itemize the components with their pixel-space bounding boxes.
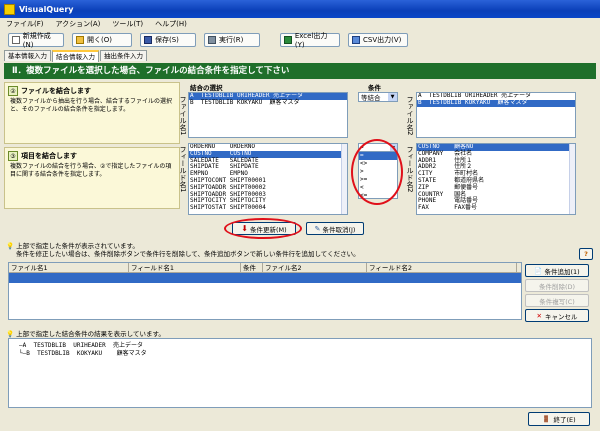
title-bar: VisualQuery [0, 0, 600, 18]
col-file2: ファイル名2 [263, 263, 367, 272]
save-button[interactable]: 保存(S) [140, 33, 196, 47]
eraser-icon: ✎ [314, 224, 321, 233]
info-line-3: 上部で指定した結合条件の結果を表示しています。 [16, 330, 165, 338]
conditions-grid[interactable]: ファイル名1 フィールド名1 条件 ファイル名2 フィールド名2 [8, 262, 522, 320]
result-tree[interactable]: ―A TESTDBLIB URIHEADER 売上データ └―B TESTDBL… [8, 338, 592, 408]
csv-icon [352, 36, 360, 44]
step2-title: 項目を結合します [21, 152, 77, 160]
menu-help[interactable]: ヘルプ(H) [149, 19, 193, 29]
run-button[interactable]: 実行(R) [204, 33, 260, 47]
add-doc-icon: 📄 [534, 266, 543, 275]
join-type-select[interactable]: 等結合 ▼ [358, 92, 398, 102]
step1-panel: ② ファイルを結合します 複数ファイルから抽出を行う場合、結合するファイルの選択… [4, 82, 180, 144]
info-section-2: 💡 上部で指定した結合条件の結果を表示しています。 [6, 328, 165, 338]
toolbar: 新規作成(N) 開く(O) 保存(S) 実行(R) Excel出力(Y) CSV… [0, 31, 600, 50]
tab-basic-info[interactable]: 基本情報入力 [4, 50, 51, 61]
field-list-2[interactable]: CUSTNO 顧客NO COMPANY 会社名 ADDR1 住所１ ADDR2 … [416, 143, 576, 215]
field2-label: フィールド名2 [406, 146, 414, 193]
step2-description: 複数ファイルの結合を行う場合、②で指定したファイルの項目に関する結合条件を指定し… [10, 163, 172, 178]
menu-tools[interactable]: ツール(T) [106, 19, 149, 29]
window-title: VisualQuery [19, 4, 74, 14]
new-doc-icon [12, 36, 20, 44]
section-header: Ⅱ．複数ファイルを選択した場合、ファイルの結合条件を指定して下さい [4, 63, 596, 79]
file-list-2[interactable]: A TESTDBLIB URIHEADER 売上データ B TESTDBLIB … [416, 92, 576, 138]
app-icon [4, 3, 15, 15]
step1-description: 複数ファイルから抽出を行う場合、結合するファイルの選択と、そのファイルの結合条件… [10, 98, 173, 113]
field-list-1[interactable]: ORDERNO ORDERNO CUSTNO CUSTNO SALEDATE S… [188, 143, 348, 215]
cancel-condition-button[interactable]: ✎ 条件取消(J) [306, 222, 364, 235]
lightbulb-icon: 💡 [6, 330, 15, 338]
menu-file[interactable]: ファイル(F) [0, 19, 50, 29]
highlight-oval-operator [351, 139, 403, 205]
new-button[interactable]: 新規作成(N) [8, 32, 64, 49]
list-item[interactable]: B TESTDBLIB KOKYAKU 顧客マスタ [189, 99, 347, 107]
open-button[interactable]: 開く(O) [72, 33, 132, 47]
menu-bar: ファイル(F) アクション(A) ツール(T) ヘルプ(H) [0, 18, 600, 30]
excel-icon [284, 36, 292, 44]
tab-extract-conditions[interactable]: 抽出条件入力 [100, 50, 147, 61]
info-section-1: 💡 上部で指定した条件が表示されています。 条件を修正したい場合は、条件削除ボタ… [6, 242, 586, 260]
step2-panel: ③ 項目を結合します 複数ファイルの結合を行う場合、②で指定したファイルの項目に… [4, 147, 180, 209]
field1-label: フィールド名1 [179, 146, 187, 193]
copy-condition-button[interactable]: 条件複写(C) [525, 294, 589, 307]
grid-header: ファイル名1 フィールド名1 条件 ファイル名2 フィールド名2 [9, 263, 521, 273]
tree-node[interactable]: └―B TESTDBLIB KOKYAKU 顧客マスタ [19, 350, 581, 358]
scrollbar[interactable] [341, 144, 347, 214]
list-item[interactable]: FAX FAX番号 [417, 204, 575, 212]
step2-icon: ③ [8, 151, 18, 161]
close-icon: ✕ [536, 311, 542, 320]
col-field1: フィールド名1 [129, 263, 241, 272]
join-type-value: 等結合 [361, 94, 381, 102]
col-condition: 条件 [241, 263, 263, 272]
file1-label: ファイル名1 [179, 96, 187, 136]
list-item[interactable]: B TESTDBLIB KOKYAKU 顧客マスタ [417, 99, 575, 107]
info-line-2: 条件を修正したい場合は、条件削除ボタンで条件行を削除して、条件追加ボタンで新しい… [16, 250, 360, 258]
folder-icon [76, 36, 84, 44]
lightbulb-icon: 💡 [6, 242, 15, 250]
table-row[interactable] [9, 273, 521, 283]
step1-title: ファイルを結合します [21, 87, 91, 95]
add-condition-button[interactable]: 📄 条件追加(1) [525, 264, 589, 277]
csv-export-button[interactable]: CSV出力(V) [348, 33, 408, 47]
delete-condition-button[interactable]: 条件削除(D) [525, 279, 589, 292]
help-button[interactable]: ? [579, 248, 593, 260]
list-item[interactable]: SHIPTOSTAT SHIPT00004 [189, 204, 347, 212]
door-icon: 🚪 [542, 415, 551, 423]
file-list-1[interactable]: A TESTDBLIB URIHEADER 売上データ B TESTDBLIB … [188, 92, 348, 138]
highlight-oval-update [224, 218, 302, 239]
file2-label: ファイル名2 [406, 96, 414, 136]
condition-label: 条件 [368, 84, 381, 92]
menu-action[interactable]: アクション(A) [50, 19, 107, 29]
info-line-1: 上部で指定した条件が表示されています。 [16, 242, 139, 250]
col-field2: フィールド名2 [367, 263, 517, 272]
tree-node[interactable]: ―A TESTDBLIB URIHEADER 売上データ [19, 342, 581, 350]
tab-strip: 基本情報入力 結合情報入力 抽出条件入力 [4, 50, 148, 62]
excel-export-button[interactable]: Excel出力(Y) [280, 32, 340, 49]
step1-icon: ② [8, 86, 18, 96]
cancel-button[interactable]: ✕ キャンセル [525, 309, 589, 322]
exit-button[interactable]: 🚪 終了(E) [528, 412, 590, 426]
floppy-icon [144, 36, 152, 44]
chevron-down-icon[interactable]: ▼ [388, 93, 397, 101]
tab-join-info[interactable]: 結合情報入力 [52, 50, 99, 62]
join-select-label: 結合の選択 [190, 84, 223, 92]
run-icon [208, 36, 216, 44]
col-file1: ファイル名1 [9, 263, 129, 272]
scrollbar[interactable] [569, 144, 575, 214]
